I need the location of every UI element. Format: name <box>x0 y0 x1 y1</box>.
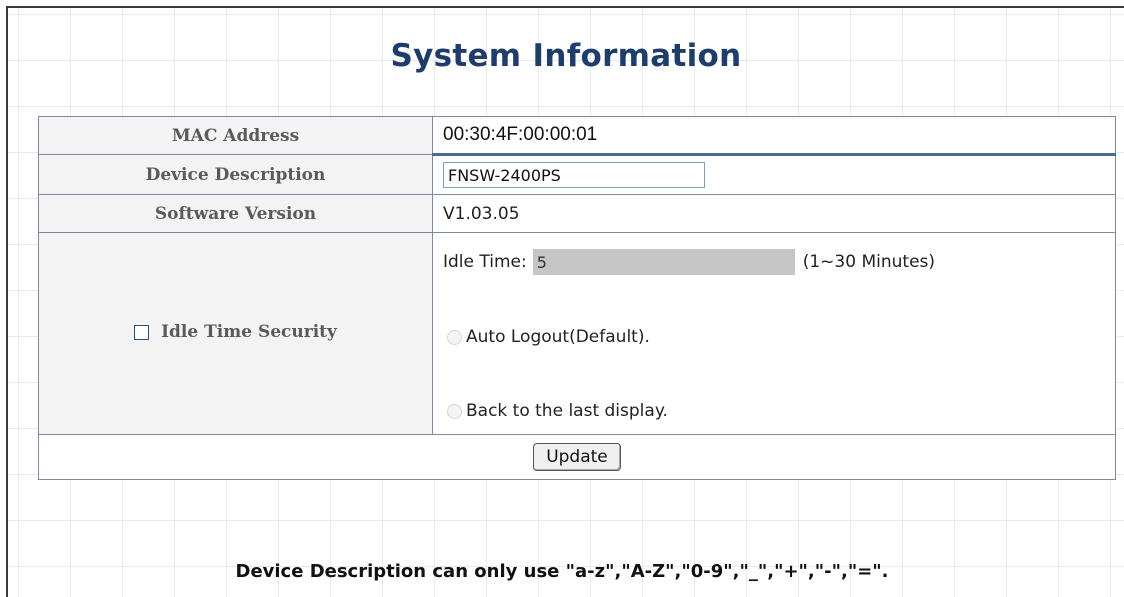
software-version-label: Software Version <box>38 194 433 233</box>
system-info-table: MAC Address 00:30:4F:00:00:01 Device Des… <box>38 116 1116 480</box>
auto-logout-radio[interactable] <box>447 329 462 345</box>
table-row: MAC Address 00:30:4F:00:00:01 <box>38 116 1116 156</box>
auto-logout-label: Auto Logout(Default). <box>466 327 650 347</box>
idle-time-range: (1~30 Minutes) <box>802 252 936 272</box>
device-description-label: Device Description <box>38 154 433 195</box>
back-to-last-display-label: Back to the last display. <box>466 401 668 421</box>
software-version-value: V1.03.05 <box>432 194 1116 233</box>
update-button[interactable]: Update <box>533 443 621 471</box>
table-row: Idle Time Security Idle Time: (1~30 Minu… <box>38 232 1116 435</box>
mac-address-value: 00:30:4F:00:00:01 <box>432 116 1116 156</box>
idle-time-input[interactable] <box>532 249 795 275</box>
description-rule-note: Device Description can only use "a-z","A… <box>235 561 889 582</box>
table-row: Software Version V1.03.05 <box>38 194 1116 233</box>
idle-time-label: Idle Time: <box>443 252 527 272</box>
idle-time-security-checkbox[interactable] <box>134 324 150 340</box>
device-description-input[interactable] <box>443 162 705 188</box>
idle-time-security-label: Idle Time Security <box>161 322 337 343</box>
back-to-last-display-radio[interactable] <box>447 403 462 419</box>
table-row: Update <box>38 434 1116 480</box>
table-row: Device Description <box>38 154 1116 195</box>
mac-address-label: MAC Address <box>38 116 433 155</box>
page-title: System Information <box>390 38 742 74</box>
